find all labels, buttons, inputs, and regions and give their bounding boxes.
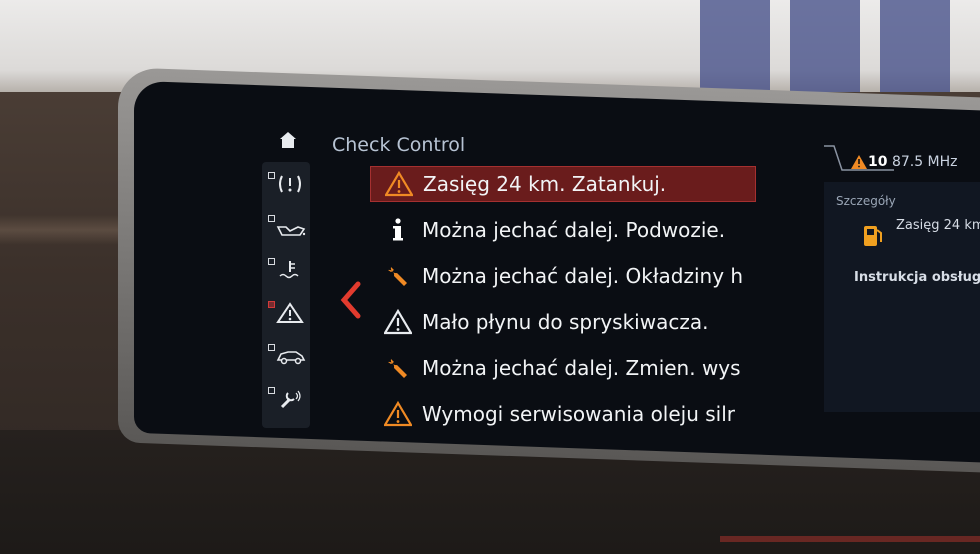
- car-side-icon: [276, 351, 306, 365]
- page-title: Check Control: [332, 134, 466, 156]
- info-icon: [382, 216, 414, 244]
- category-warnings[interactable]: [262, 293, 310, 333]
- window-panel: [790, 0, 860, 95]
- warning-triangle-icon: [383, 170, 415, 198]
- message-row[interactable]: Można jechać dalej. Zmien. wys: [370, 350, 756, 386]
- detail-pane: 10 87.5 MHz Szczegóły Zasięg 24 km. Inst…: [824, 122, 980, 442]
- message-row[interactable]: Można jechać dalej. Okładziny h: [370, 258, 756, 294]
- message-text: Zasięg 24 km. Zatankuj.: [423, 172, 667, 196]
- home-icon[interactable]: [278, 130, 298, 150]
- category-checkbox: [268, 344, 275, 351]
- detail-message: Zasięg 24 km.: [896, 218, 980, 233]
- message-row[interactable]: Można jechać dalej. Podwozie.: [370, 212, 756, 248]
- category-vehicle[interactable]: [262, 336, 310, 376]
- status-readout: 10 87.5 MHz: [868, 154, 958, 170]
- category-checkbox: [268, 387, 275, 394]
- oil-can-icon: [276, 226, 306, 236]
- category-checkbox: [268, 258, 275, 265]
- warning-triangle-icon: [276, 302, 304, 323]
- category-checkbox: [268, 172, 275, 179]
- category-coolant[interactable]: [262, 250, 310, 290]
- message-text: Można jechać dalej. Podwozie.: [422, 218, 726, 242]
- category-tire-pressure[interactable]: [262, 164, 310, 204]
- owners-manual-link[interactable]: Instrukcja obsługi: [854, 270, 980, 285]
- back-chevron-icon[interactable]: [338, 280, 364, 320]
- details-label: Szczegóły: [836, 194, 896, 208]
- category-oil[interactable]: [262, 207, 310, 247]
- status-bar: 10 87.5 MHz: [824, 142, 980, 176]
- category-rail: [262, 122, 310, 428]
- service-wrench-icon: [280, 390, 301, 409]
- category-checkbox-checked: [268, 301, 275, 308]
- fuel-pump-icon: [864, 226, 882, 246]
- warning-triangle-icon: [382, 308, 414, 336]
- radio-frequency[interactable]: 87.5 MHz: [892, 154, 958, 170]
- message-row[interactable]: Wymogi serwisowania oleju silr: [370, 396, 756, 432]
- details-panel: [824, 182, 980, 412]
- warning-count: 10: [868, 154, 888, 170]
- warning-triangle-icon: [382, 400, 414, 428]
- category-service[interactable]: [262, 379, 310, 419]
- red-trim: [720, 536, 980, 542]
- window-panel: [700, 0, 770, 95]
- wrench-icon: [382, 262, 414, 290]
- display-area: Check Control Zasięg 24 km. Zatankuj. Mo…: [134, 96, 980, 448]
- coolant-temperature-icon: [279, 261, 299, 279]
- message-text: Można jechać dalej. Okładziny h: [422, 264, 744, 288]
- wrench-icon: [382, 354, 414, 382]
- message-row[interactable]: Mało płynu do spryskiwacza.: [370, 304, 756, 340]
- message-text: Mało płynu do spryskiwacza.: [422, 310, 709, 334]
- category-checkbox: [268, 215, 275, 222]
- message-row[interactable]: Zasięg 24 km. Zatankuj.: [370, 166, 756, 202]
- warning-triangle-icon: [851, 155, 867, 169]
- message-text: Wymogi serwisowania oleju silr: [422, 402, 736, 426]
- message-text: Można jechać dalej. Zmien. wys: [422, 356, 741, 380]
- check-control-panel: Check Control Zasięg 24 km. Zatankuj. Mo…: [318, 122, 788, 442]
- window-panel: [880, 0, 950, 95]
- tire-pressure-icon: [279, 175, 301, 193]
- infotainment-screen: Check Control Zasięg 24 km. Zatankuj. Mo…: [134, 80, 980, 464]
- category-list: [262, 162, 310, 428]
